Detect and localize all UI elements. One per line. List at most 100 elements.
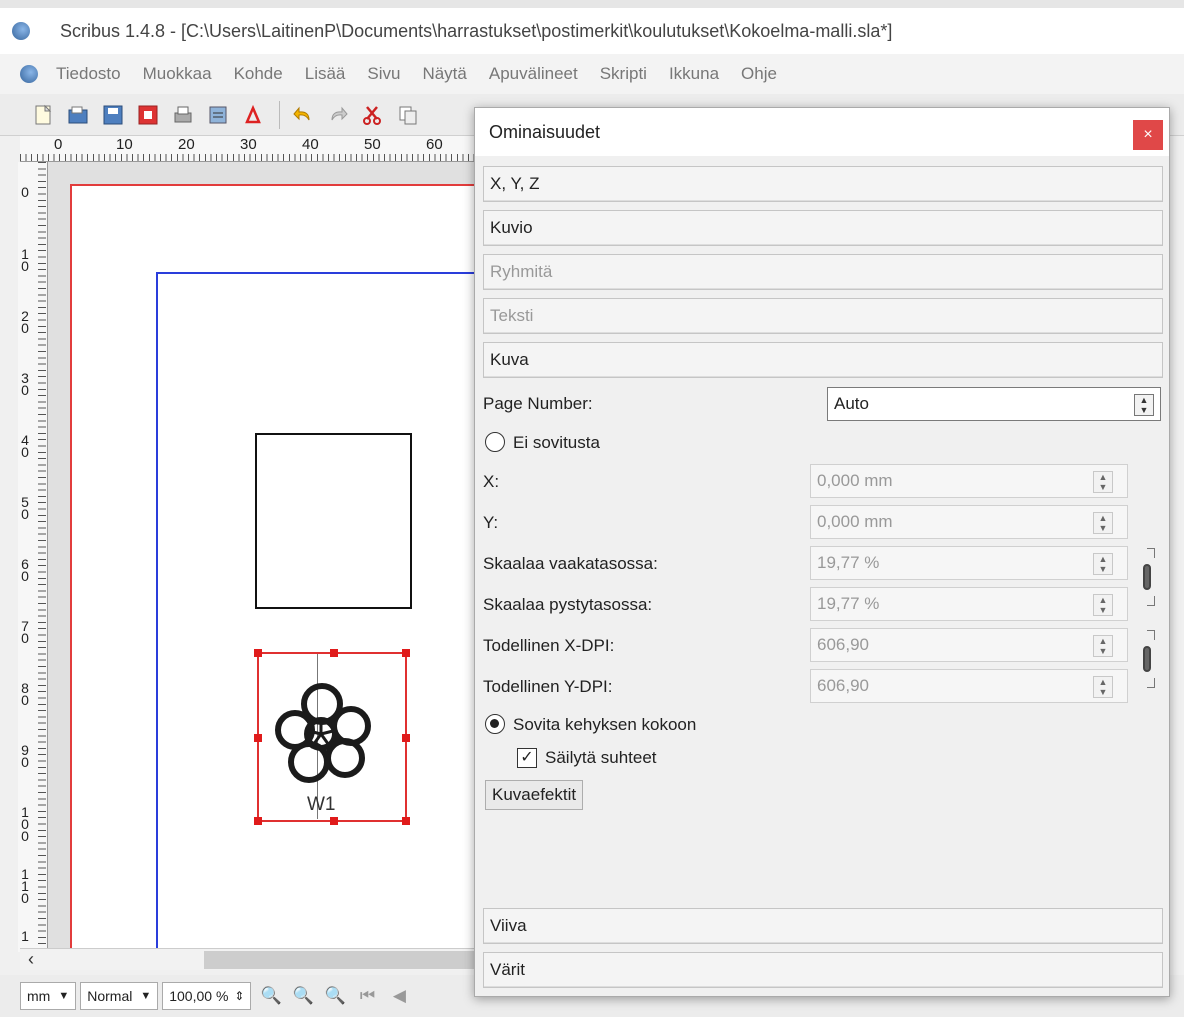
cut-icon[interactable] bbox=[360, 102, 386, 128]
close-icon[interactable]: × bbox=[1133, 120, 1163, 150]
spin-arrows-icon: ▲ ▼ bbox=[1093, 553, 1113, 575]
section-varit[interactable]: Värit bbox=[483, 952, 1163, 988]
ruler-label: 50 bbox=[364, 136, 381, 153]
section-teksti: Teksti bbox=[483, 298, 1163, 334]
redo-icon[interactable] bbox=[325, 102, 351, 128]
zoom-out-icon[interactable]: 🔍 bbox=[258, 983, 284, 1009]
dpi-y-label: Todellinen Y-DPI: bbox=[483, 677, 613, 696]
section-ryhmita: Ryhmitä bbox=[483, 254, 1163, 290]
ruler-label: 1 1 0 bbox=[21, 866, 29, 906]
chevron-down-icon: ▼ bbox=[58, 990, 70, 1002]
ruler-label: 60 bbox=[426, 136, 443, 153]
scale-v-label: Skaalaa pystytasossa: bbox=[483, 595, 653, 614]
ruler-label: 0 bbox=[54, 136, 63, 153]
resize-handle[interactable] bbox=[402, 734, 410, 742]
resize-handle[interactable] bbox=[402, 649, 410, 657]
resize-handle[interactable] bbox=[254, 649, 262, 657]
pdf-export-icon[interactable] bbox=[240, 102, 266, 128]
menu-kohde[interactable]: Kohde bbox=[234, 64, 283, 84]
flower-stamp-image bbox=[275, 683, 371, 783]
resize-handle[interactable] bbox=[254, 734, 262, 742]
section-viiva[interactable]: Viiva bbox=[483, 908, 1163, 944]
save-icon[interactable] bbox=[100, 102, 126, 128]
properties-dialog: Ominaisuudet × X, Y, Z Kuvio Ryhmitä Tek… bbox=[474, 107, 1170, 997]
open-icon[interactable] bbox=[65, 102, 91, 128]
x-offset-value: 0,000 mm bbox=[817, 471, 893, 490]
vertical-ruler: 0 1 0 2 0 3 0 4 0 5 0 6 0 7 0 8 0 9 0 1 … bbox=[18, 162, 48, 952]
zoom-in-icon[interactable]: 🔍 bbox=[322, 983, 348, 1009]
resize-handle[interactable] bbox=[330, 817, 338, 825]
menu-apuvalineet[interactable]: Apuvälineet bbox=[489, 64, 578, 84]
dpi-x-field: 606,90 ▲ ▼ bbox=[810, 628, 1128, 662]
ruler-label: 9 0 bbox=[21, 742, 29, 770]
menu-ohje[interactable]: Ohje bbox=[741, 64, 777, 84]
menu-skripti[interactable]: Skripti bbox=[600, 64, 647, 84]
menu-nayta[interactable]: Näytä bbox=[422, 64, 466, 84]
page-number-value: Auto bbox=[834, 394, 869, 413]
horizontal-scrollbar[interactable]: ‹ bbox=[20, 948, 480, 970]
new-document-icon[interactable] bbox=[30, 102, 56, 128]
y-label: Y: bbox=[483, 513, 499, 532]
menu-ikkuna[interactable]: Ikkuna bbox=[669, 64, 719, 84]
spin-arrows-icon[interactable]: ▲ ▼ bbox=[1134, 394, 1154, 416]
keep-ratio-label: Säilytä suhteet bbox=[545, 748, 657, 767]
view-mode-select[interactable]: Normal ▼ bbox=[80, 982, 159, 1010]
dialog-title-bar[interactable]: Ominaisuudet × bbox=[475, 108, 1169, 156]
menu-tiedosto[interactable]: Tiedosto bbox=[56, 64, 121, 84]
ruler-label: 1 0 bbox=[21, 246, 29, 274]
copy-icon[interactable] bbox=[395, 102, 421, 128]
fit-frame-label: Sovita kehyksen kokoon bbox=[513, 715, 697, 734]
menu-bar: Tiedosto Muokkaa Kohde Lisää Sivu Näytä … bbox=[0, 54, 1184, 94]
dpi-y-field: 606,90 ▲ ▼ bbox=[810, 669, 1128, 703]
ruler-label: 10 bbox=[116, 136, 133, 153]
section-kuvio[interactable]: Kuvio bbox=[483, 210, 1163, 246]
undo-icon[interactable] bbox=[290, 102, 316, 128]
close-icon[interactable] bbox=[135, 102, 161, 128]
resize-handle[interactable] bbox=[330, 649, 338, 657]
scale-v-field: 19,77 % ▲ ▼ bbox=[810, 587, 1128, 621]
keep-ratio-checkbox[interactable]: ✓ bbox=[517, 748, 537, 768]
spin-arrows-icon: ▲ ▼ bbox=[1093, 594, 1113, 616]
ruler-label: 5 0 bbox=[21, 494, 29, 522]
zoom-field[interactable]: 100,00 % ⇕ bbox=[162, 982, 252, 1010]
spin-arrows-icon: ▲ ▼ bbox=[1093, 512, 1113, 534]
x-offset-field: 0,000 mm ▲ ▼ bbox=[810, 464, 1128, 498]
page-number-select[interactable]: Auto ▲ ▼ bbox=[827, 387, 1161, 421]
fit-frame-radio[interactable] bbox=[485, 714, 505, 734]
y-offset-value: 0,000 mm bbox=[817, 512, 893, 531]
resize-handle[interactable] bbox=[254, 817, 262, 825]
unit-select[interactable]: mm ▼ bbox=[20, 982, 77, 1010]
ruler-label: 40 bbox=[302, 136, 319, 153]
zoom-100-icon[interactable]: 🔍 bbox=[290, 983, 316, 1009]
resize-handle[interactable] bbox=[402, 817, 410, 825]
image-effects-button[interactable]: Kuvaefektit bbox=[485, 780, 584, 810]
scroll-left-icon[interactable]: ‹ bbox=[28, 949, 34, 970]
spin-arrows-icon: ▲ ▼ bbox=[1093, 471, 1113, 493]
spin-arrows-icon[interactable]: ⇕ bbox=[234, 989, 244, 1003]
preflight-icon[interactable] bbox=[205, 102, 231, 128]
document-canvas[interactable]: W1 bbox=[48, 162, 478, 948]
image-frame-selected[interactable]: W1 bbox=[254, 649, 410, 825]
dpi-link-chain-icon[interactable] bbox=[1143, 630, 1157, 688]
ruler-label: 1 bbox=[21, 928, 29, 944]
scrollbar-thumb[interactable] bbox=[204, 951, 480, 969]
page-number-label: Page Number: bbox=[483, 394, 593, 413]
empty-frame[interactable] bbox=[255, 433, 412, 609]
window-title: Scribus 1.4.8 - [C:\Users\LaitinenP\Docu… bbox=[60, 20, 893, 41]
previous-page-icon[interactable]: ◀ bbox=[386, 983, 412, 1009]
section-kuva[interactable]: Kuva bbox=[483, 342, 1163, 378]
print-icon[interactable] bbox=[170, 102, 196, 128]
ruler-label: 20 bbox=[178, 136, 195, 153]
first-page-icon[interactable]: ⏮ bbox=[354, 983, 380, 1009]
menu-lisaa[interactable]: Lisää bbox=[305, 64, 346, 84]
view-mode-value: Normal bbox=[87, 988, 133, 1004]
menu-sivu[interactable]: Sivu bbox=[367, 64, 400, 84]
section-xyz[interactable]: X, Y, Z bbox=[483, 166, 1163, 202]
no-fit-radio[interactable] bbox=[485, 432, 505, 452]
scale-link-chain-icon[interactable] bbox=[1143, 548, 1157, 606]
dpi-y-value: 606,90 bbox=[817, 676, 869, 695]
chevron-down-icon: ▼ bbox=[140, 990, 152, 1002]
menu-muokkaa[interactable]: Muokkaa bbox=[143, 64, 212, 84]
scribus-menu-icon[interactable] bbox=[20, 65, 38, 83]
ruler-label: 30 bbox=[240, 136, 257, 153]
